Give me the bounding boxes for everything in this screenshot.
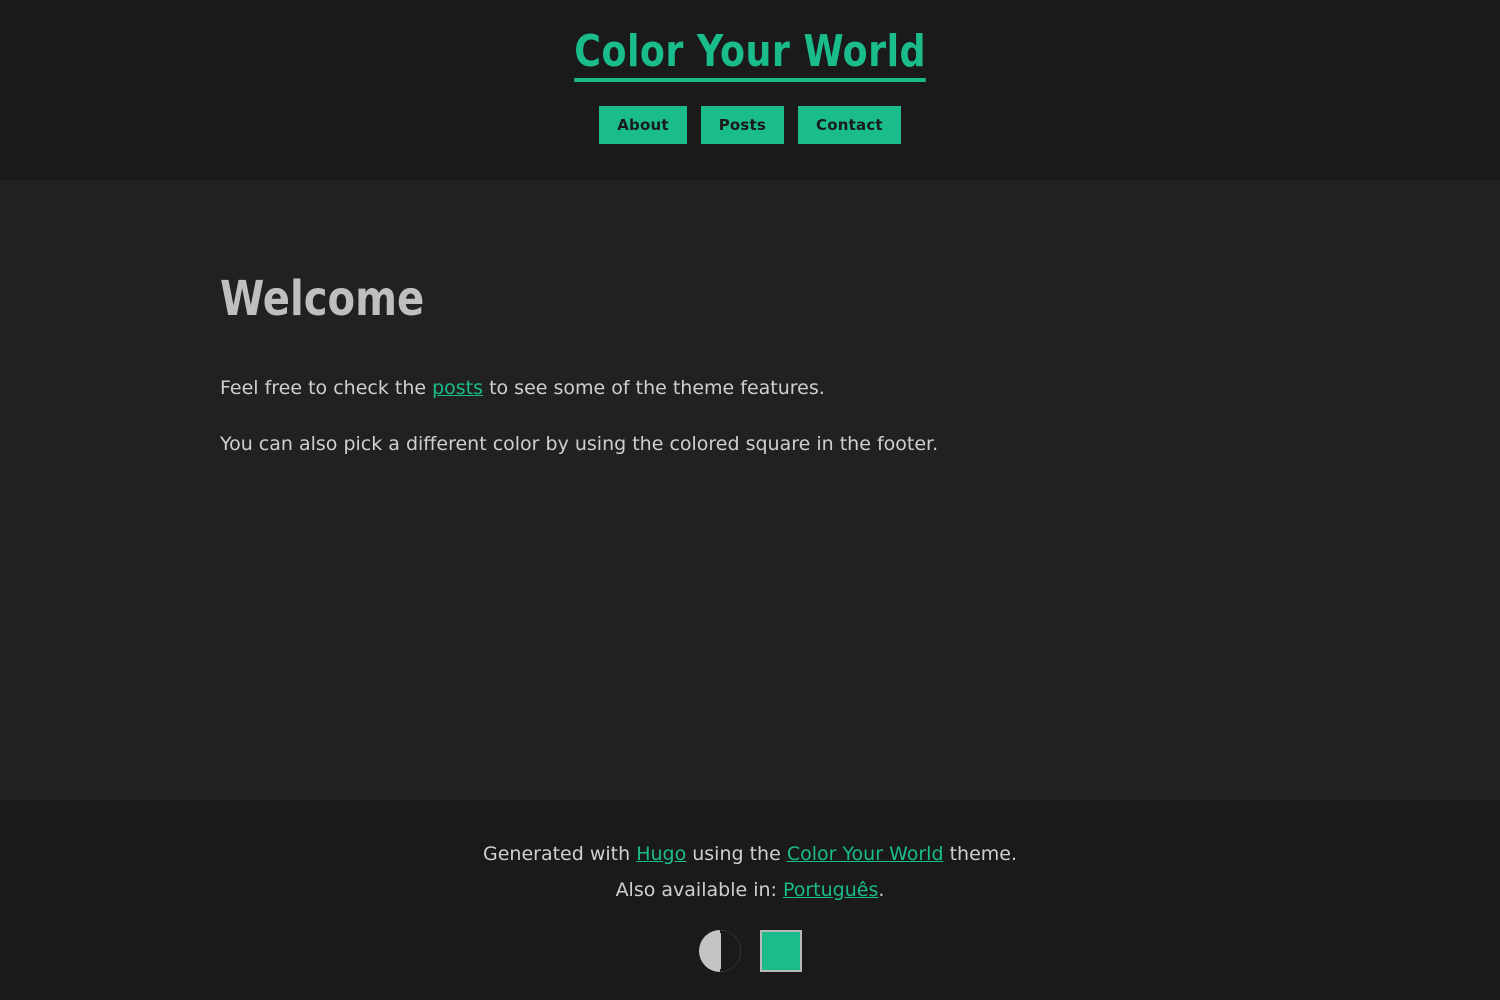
footer-text-generated-with: Generated with (483, 843, 637, 865)
portuguese-language-link[interactable]: Português (783, 879, 878, 901)
content-wrapper: Welcome Feel free to check the posts to … (220, 180, 1280, 459)
site-nav: About Posts Contact (0, 105, 1500, 144)
intro-paragraph: Feel free to check the posts to see some… (220, 374, 1280, 403)
footer-text-theme: theme. (943, 843, 1017, 865)
footer-controls (0, 930, 1500, 973)
half-circle-contrast-icon[interactable] (698, 930, 741, 973)
page-root: Color Your World About Posts Contact Wel… (0, 0, 1500, 1000)
color-swatch-icon[interactable] (759, 930, 802, 973)
color-picker-hint-paragraph: You can also pick a different color by u… (220, 433, 939, 456)
intro-text-after-link: to see some of the theme features. (483, 376, 825, 399)
footer-text-using-the: using the (686, 843, 787, 865)
nav-item-contact[interactable]: Contact (798, 105, 901, 144)
intro-text-before-link: Feel free to check the (220, 376, 433, 399)
site-title-link[interactable]: Color Your World (574, 28, 926, 82)
nav-item-about[interactable]: About (599, 105, 687, 144)
footer-language-line: Also available in: Português. (0, 872, 1500, 908)
site-footer: Generated with Hugo using the Color Your… (0, 800, 1500, 1000)
footer-text-also-available: Also available in: (615, 879, 783, 902)
page-title: Welcome (220, 271, 425, 327)
site-title-wrap: Color Your World (0, 28, 1500, 82)
nav-item-posts[interactable]: Posts (700, 105, 785, 144)
main-content: Welcome Feel free to check the posts to … (0, 180, 1500, 800)
footer-text-period: . (878, 879, 885, 902)
hugo-link[interactable]: Hugo (636, 843, 686, 865)
theme-link[interactable]: Color Your World (787, 843, 944, 865)
site-header: Color Your World About Posts Contact (0, 0, 1500, 180)
footer-credit-line: Generated with Hugo using the Color Your… (0, 836, 1500, 872)
posts-link[interactable]: posts (432, 377, 483, 399)
